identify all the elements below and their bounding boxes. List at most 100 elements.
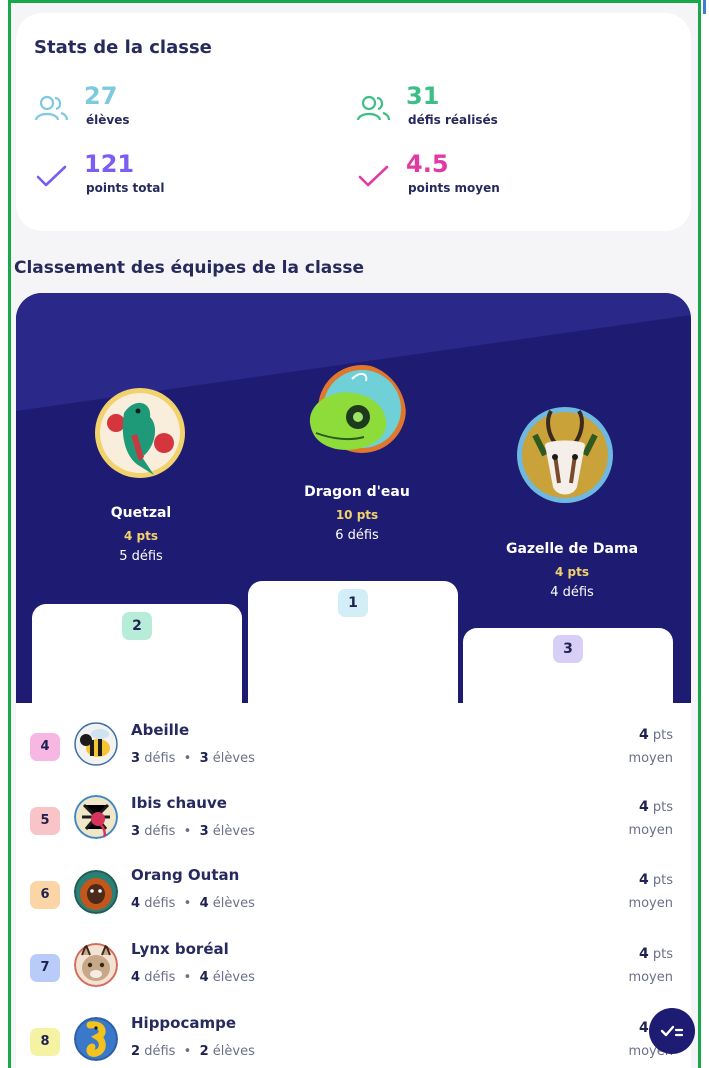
team-name: Quetzal: [110, 505, 172, 521]
podium-team-1[interactable]: Dragon d'eau 10 pts 6 défis: [252, 361, 462, 561]
score-unit: pts: [652, 728, 673, 743]
rank-badge: 5: [30, 807, 60, 835]
stat-label: points moyen: [408, 181, 500, 195]
student-count: 4: [199, 970, 209, 985]
edge-marker: [703, 0, 706, 14]
score-label: moyen: [628, 970, 673, 985]
rank-badge: 8: [30, 1028, 60, 1056]
bee-avatar: [74, 722, 118, 766]
podium-team-3[interactable]: Gazelle de Dama 4 pts 4 défis: [467, 405, 677, 605]
team-points: 4 pts: [124, 529, 158, 543]
gazelle-avatar: [517, 407, 613, 503]
check-icon: [36, 165, 67, 187]
student-label: élèves: [212, 896, 255, 911]
podium-team-2[interactable]: Quetzal 4 pts 5 défis: [36, 383, 246, 583]
challenge-label: défis: [144, 896, 176, 911]
app-frame: Stats de la classe 27 élèves 31 défis ré…: [8, 0, 701, 1068]
rank-badge: 6: [30, 881, 60, 909]
team-name: Hippocampe: [131, 1014, 237, 1032]
team-meta: 3 défis • 3 élèves: [131, 751, 255, 766]
challenge-label: défis: [144, 751, 176, 766]
orangutan-avatar: [74, 870, 118, 914]
score-unit: pts: [652, 800, 673, 815]
rank-badge: 7: [30, 954, 60, 982]
team-name: Abeille: [131, 721, 190, 739]
score-value: 4: [638, 946, 649, 962]
ibis-avatar: [74, 795, 118, 839]
student-count: 3: [199, 824, 209, 839]
podium-block-1: 1: [248, 581, 458, 703]
student-label: élèves: [212, 824, 255, 839]
team-name: Ibis chauve: [131, 794, 227, 812]
list-item[interactable]: 4 Abeille 3 défis • 3 élèves 4 pts moyen: [16, 707, 691, 781]
quetzal-avatar: [95, 388, 185, 478]
podium-block-3: 3: [463, 628, 673, 703]
score-unit: pts: [652, 947, 673, 962]
stat-value: 121: [84, 150, 135, 178]
challenge-label: défis: [144, 824, 176, 839]
list-item[interactable]: 5 Ibis chauve 3 défis • 3 élèves 4 pts m…: [16, 781, 691, 855]
check-icon: [358, 165, 389, 187]
student-label: élèves: [212, 751, 255, 766]
team-challenges: 5 défis: [119, 549, 163, 564]
score-label: moyen: [628, 823, 673, 838]
stat-value: 31: [406, 82, 440, 110]
team-name: Gazelle de Dama: [505, 541, 639, 557]
team-score: 4 pts: [639, 946, 673, 962]
team-name: Orang Outan: [131, 866, 240, 884]
rank-badge: 2: [122, 612, 152, 640]
student-count: 4: [199, 896, 209, 911]
score-value: 4: [638, 1020, 649, 1036]
team-challenges: 6 défis: [335, 528, 379, 543]
score-label: moyen: [628, 751, 673, 766]
users-icon: [356, 95, 391, 121]
list-item[interactable]: 7 Lynx boréal 4 défis • 4 élèves 4 pts m…: [16, 928, 691, 1002]
stat-value: 27: [84, 82, 118, 110]
student-label: élèves: [212, 970, 255, 985]
challenge-count: 2: [131, 1044, 141, 1059]
list-item[interactable]: 8 Hippocampe 2 défis • 2 élèves 4 pts mo…: [16, 1002, 691, 1068]
stat-value: 4.5: [406, 150, 449, 178]
team-meta: 3 défis • 3 élèves: [131, 824, 255, 839]
stats-title: Stats de la classe: [34, 37, 212, 58]
score-value: 4: [638, 799, 649, 815]
rank-badge: 1: [338, 589, 368, 617]
stat-label: élèves: [86, 113, 130, 127]
team-score: 4 pts: [639, 799, 673, 815]
checklist-fab[interactable]: [649, 1008, 695, 1054]
student-count: 2: [199, 1044, 209, 1059]
podium: Quetzal 4 pts 5 défis Dragon d'eau 10 pt…: [16, 293, 691, 703]
score-unit: pts: [652, 873, 673, 888]
challenge-count: 3: [131, 751, 141, 766]
challenge-count: 4: [131, 970, 141, 985]
team-points: 4 pts: [555, 565, 589, 579]
team-challenges: 4 défis: [550, 585, 594, 600]
challenge-label: défis: [144, 1044, 176, 1059]
student-label: élèves: [212, 1044, 255, 1059]
team-meta: 4 défis • 4 élèves: [131, 970, 255, 985]
team-name: Dragon d'eau: [304, 484, 410, 500]
list-item[interactable]: 6 Orang Outan 4 défis • 4 élèves 4 pts m…: [16, 854, 691, 928]
rank-badge: 4: [30, 733, 60, 761]
podium-block-2: 2: [32, 604, 242, 703]
student-count: 3: [199, 751, 209, 766]
class-stats-card: Stats de la classe 27 élèves 31 défis ré…: [16, 13, 691, 231]
score-label: moyen: [628, 896, 673, 911]
score-value: 4: [638, 727, 649, 743]
challenge-count: 3: [131, 824, 141, 839]
team-meta: 2 défis • 2 élèves: [131, 1044, 255, 1059]
dragon-avatar: [309, 365, 406, 453]
team-score: 4 pts: [639, 727, 673, 743]
challenge-count: 4: [131, 896, 141, 911]
ranking-title: Classement des équipes de la classe: [14, 258, 365, 278]
team-name: Lynx boréal: [131, 940, 229, 958]
rank-badge: 3: [553, 635, 583, 663]
team-points: 10 pts: [335, 508, 379, 522]
ranking-list: 4 Abeille 3 défis • 3 élèves 4 pts moyen…: [16, 703, 691, 1068]
stat-label: défis réalisés: [408, 113, 498, 127]
checklist-icon: [660, 1025, 684, 1037]
challenge-label: défis: [144, 970, 176, 985]
seahorse-avatar: [74, 1017, 118, 1061]
lynx-avatar: [74, 943, 118, 987]
team-meta: 4 défis • 4 élèves: [131, 896, 255, 911]
